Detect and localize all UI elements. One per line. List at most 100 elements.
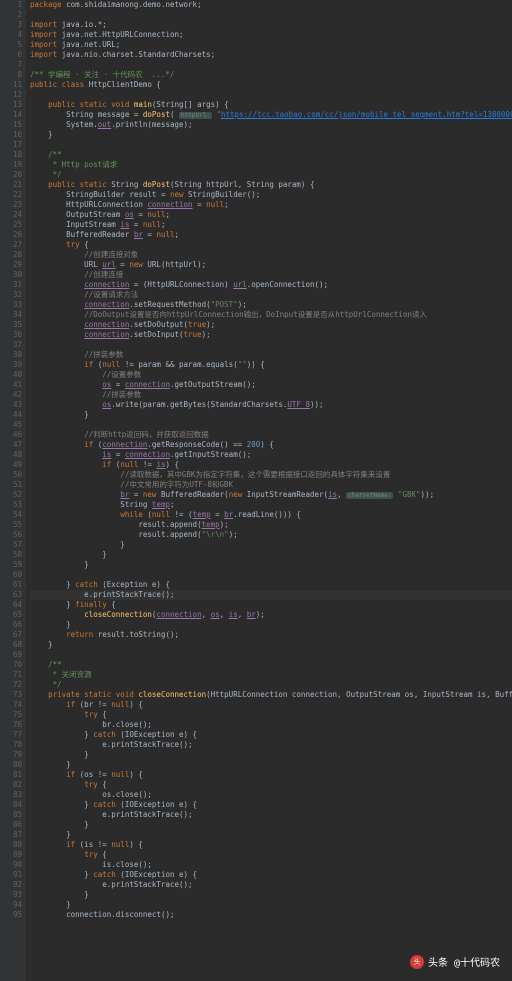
code-line[interactable]: /** — [30, 660, 512, 670]
code-line[interactable]: */ — [30, 170, 512, 180]
code-line[interactable]: package com.shidaimanong.demo.network; — [30, 0, 512, 10]
line-number: 69 — [0, 650, 22, 660]
code-line[interactable]: URL url = new URL(httpUrl); — [30, 260, 512, 270]
code-line[interactable]: import java.io.*; — [30, 20, 512, 30]
code-line[interactable]: String message = doPost( httpUrl: "https… — [30, 110, 512, 120]
code-line[interactable]: InputStream is = null; — [30, 220, 512, 230]
code-line[interactable]: br = new BufferedReader(new InputStreamR… — [30, 490, 512, 500]
code-line[interactable]: } — [30, 640, 512, 650]
code-line[interactable]: try { — [30, 780, 512, 790]
code-line[interactable] — [30, 420, 512, 430]
code-line[interactable] — [30, 140, 512, 150]
code-line[interactable]: } catch (Exception e) { — [30, 580, 512, 590]
code-line[interactable]: if (null != is) { — [30, 460, 512, 470]
code-area[interactable]: package com.shidaimanong.demo.network; i… — [26, 0, 512, 981]
code-line[interactable]: } finally { — [30, 600, 512, 610]
code-line[interactable]: result.append("\r\n"); — [30, 530, 512, 540]
code-line[interactable]: if (br != null) { — [30, 700, 512, 710]
code-line[interactable]: } — [30, 900, 512, 910]
code-line[interactable]: //读取数据，其中GBK为指定字符集，这个需要根据接口返回的具体字符集来设置 — [30, 470, 512, 480]
code-line[interactable]: //DoOutput设置是否向httpUrlConnection输出，DoInp… — [30, 310, 512, 320]
code-line[interactable]: * Http post请求 — [30, 160, 512, 170]
code-line[interactable]: /** — [30, 150, 512, 160]
code-line[interactable]: os.write(param.getBytes(StandardCharsets… — [30, 400, 512, 410]
code-line[interactable]: */ — [30, 680, 512, 690]
code-line[interactable]: } — [30, 750, 512, 760]
code-editor[interactable]: 12345678111213▶1415161718192021222324252… — [0, 0, 512, 981]
code-line[interactable]: String temp; — [30, 500, 512, 510]
code-line[interactable]: //创建连接对象 — [30, 250, 512, 260]
code-line[interactable]: is.close(); — [30, 860, 512, 870]
code-line[interactable]: StringBuilder result = new StringBuilder… — [30, 190, 512, 200]
code-line[interactable]: br.close(); — [30, 720, 512, 730]
code-line[interactable]: connection.setDoOutput(true); — [30, 320, 512, 330]
code-line[interactable] — [30, 340, 512, 350]
line-number: 66 — [0, 620, 22, 630]
code-line[interactable] — [30, 90, 512, 100]
code-line[interactable]: //设置请求方法 — [30, 290, 512, 300]
code-line[interactable]: connection.setRequestMethod("POST"); — [30, 300, 512, 310]
code-line[interactable]: closeConnection(connection, os, is, br); — [30, 610, 512, 620]
code-line[interactable]: } — [30, 550, 512, 560]
code-line[interactable]: } catch (IOException e) { — [30, 870, 512, 880]
code-line[interactable]: System.out.println(message); — [30, 120, 512, 130]
code-line[interactable]: public class HttpClientDemo { — [30, 80, 512, 90]
code-line[interactable]: //创建连接 — [30, 270, 512, 280]
line-number: 75 — [0, 710, 22, 720]
code-line[interactable]: while (null != (temp = br.readLine())) { — [30, 510, 512, 520]
code-line[interactable]: public static void main(String[] args) { — [30, 100, 512, 110]
code-line[interactable]: OutputStream os = null; — [30, 210, 512, 220]
code-line[interactable] — [30, 650, 512, 660]
code-line[interactable]: } — [30, 410, 512, 420]
code-line[interactable]: import java.net.HttpURLConnection; — [30, 30, 512, 40]
code-line[interactable]: } — [30, 830, 512, 840]
code-line[interactable]: connection = (HttpURLConnection) url.ope… — [30, 280, 512, 290]
line-number: 30 — [0, 270, 22, 280]
code-line[interactable]: os = connection.getOutputStream(); — [30, 380, 512, 390]
code-line[interactable]: e.printStackTrace(); — [30, 740, 512, 750]
code-line[interactable]: } — [30, 890, 512, 900]
code-line[interactable]: connection.disconnect(); — [30, 910, 512, 920]
code-line[interactable] — [30, 60, 512, 70]
code-line[interactable]: } — [30, 130, 512, 140]
code-line[interactable]: private static void closeConnection(Http… — [30, 690, 512, 700]
code-line[interactable]: if (is != null) { — [30, 840, 512, 850]
code-line[interactable]: return result.toString(); — [30, 630, 512, 640]
code-line[interactable]: public static String doPost(String httpU… — [30, 180, 512, 190]
code-line[interactable]: result.append(temp); — [30, 520, 512, 530]
code-line[interactable]: //判断http返回码，并获取返回数据 — [30, 430, 512, 440]
code-line[interactable]: connection.setDoInput(true); — [30, 330, 512, 340]
code-line[interactable]: /** 学编程 · 关注 · 十代码农 ...*/ — [30, 70, 512, 80]
code-line[interactable]: is = connection.getInputStream(); — [30, 450, 512, 460]
code-line[interactable]: } catch (IOException e) { — [30, 730, 512, 740]
code-line[interactable]: try { — [30, 850, 512, 860]
code-line[interactable]: import java.nio.charset.StandardCharsets… — [30, 50, 512, 60]
code-line[interactable]: //拼装参数 — [30, 350, 512, 360]
code-line[interactable] — [30, 10, 512, 20]
code-line[interactable]: } — [30, 620, 512, 630]
code-line[interactable]: } — [30, 560, 512, 570]
code-line[interactable]: try { — [30, 240, 512, 250]
code-line[interactable]: //设置参数 — [30, 370, 512, 380]
code-line[interactable]: try { — [30, 710, 512, 720]
code-line[interactable]: HttpURLConnection connection = null; — [30, 200, 512, 210]
code-line[interactable] — [30, 570, 512, 580]
code-line[interactable]: if (null != param && param.equals("")) { — [30, 360, 512, 370]
code-line[interactable]: os.close(); — [30, 790, 512, 800]
code-line[interactable]: BufferedReader br = null; — [30, 230, 512, 240]
code-line[interactable]: } — [30, 760, 512, 770]
code-line[interactable]: e.printStackTrace(); — [30, 810, 512, 820]
code-line[interactable]: import java.net.URL; — [30, 40, 512, 50]
code-line[interactable]: //中文常用的字符为UTF-8和GBK — [30, 480, 512, 490]
code-line[interactable]: } — [30, 540, 512, 550]
line-number: 81 — [0, 770, 22, 780]
code-line[interactable]: if (os != null) { — [30, 770, 512, 780]
code-line[interactable]: e.printStackTrace(); — [30, 880, 512, 890]
line-number: 64 — [0, 600, 22, 610]
code-line[interactable]: //拼装参数 — [30, 390, 512, 400]
code-line[interactable]: e.printStackTrace(); — [30, 590, 512, 600]
code-line[interactable]: } catch (IOException e) { — [30, 800, 512, 810]
code-line[interactable]: * 关闭资源 — [30, 670, 512, 680]
code-line[interactable]: if (connection.getResponseCode() == 200)… — [30, 440, 512, 450]
code-line[interactable]: } — [30, 820, 512, 830]
